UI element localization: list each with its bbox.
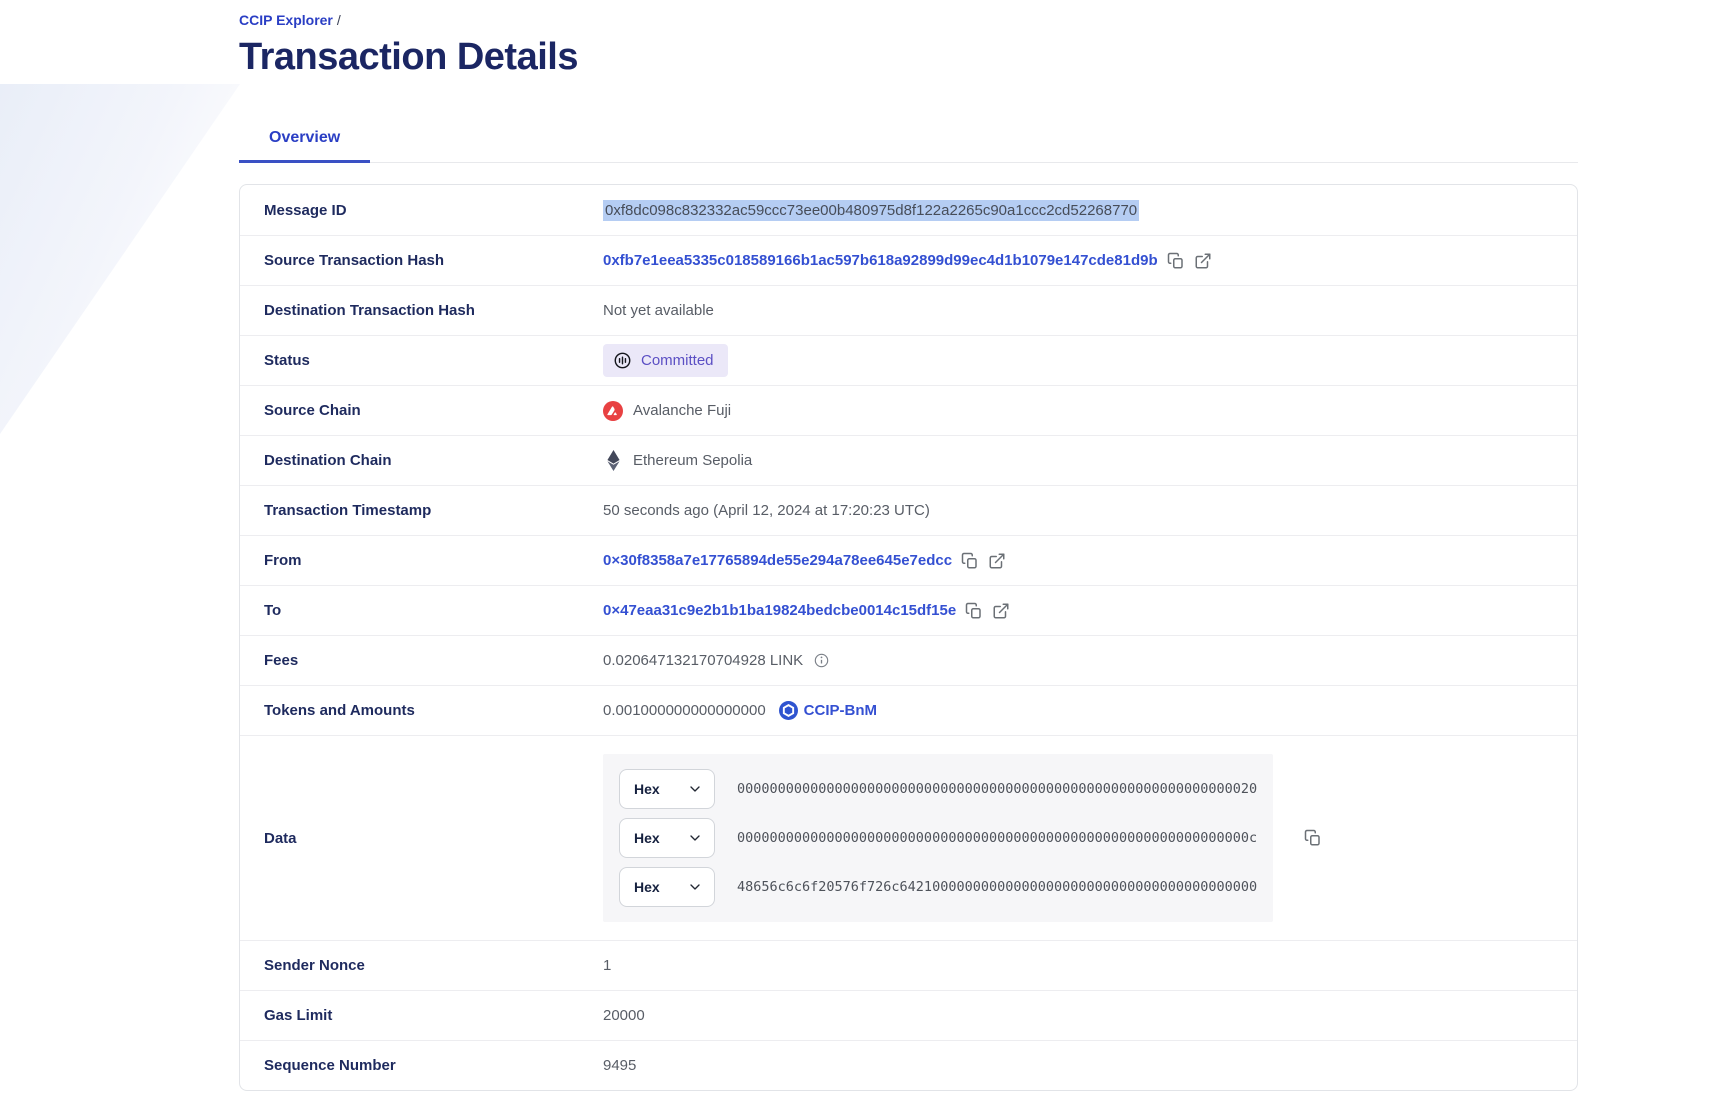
table-row-source-chain: Source Chain Avalanche Fuji	[240, 385, 1577, 435]
row-label: Fees	[264, 652, 603, 669]
message-id-value: 0xf8dc098c832332ac59ccc73ee00b480975d8f1…	[603, 200, 1139, 221]
row-label: Sequence Number	[264, 1057, 603, 1074]
row-label: Data	[264, 830, 603, 847]
table-row-fees: Fees 0.020647132170704928 LINK	[240, 635, 1577, 685]
table-row-from: From 0×30f8358a7e17765894de55e294a78ee64…	[240, 535, 1577, 585]
status-badge: Committed	[603, 344, 728, 377]
info-icon[interactable]	[814, 653, 829, 668]
encoding-select[interactable]: Hex	[619, 818, 715, 858]
copy-icon[interactable]	[965, 602, 983, 620]
chevron-down-icon	[687, 830, 703, 846]
row-label: Destination Chain	[264, 452, 603, 469]
external-link-icon[interactable]	[1194, 252, 1212, 270]
background-gradient-decoration	[0, 84, 240, 434]
page-title: Transaction Details	[239, 36, 1578, 79]
row-label: Source Transaction Hash	[264, 252, 603, 269]
fees-value: 0.020647132170704928 LINK	[603, 652, 803, 669]
ccip-token-icon	[779, 701, 798, 720]
table-row-dest-tx-hash: Destination Transaction Hash Not yet ava…	[240, 285, 1577, 335]
timestamp-value: 50 seconds ago (April 12, 2024 at 17:20:…	[603, 502, 930, 519]
token-name-link[interactable]: CCIP-BnM	[804, 702, 877, 719]
ethereum-logo-icon	[603, 450, 623, 471]
table-row-tokens: Tokens and Amounts 0.001000000000000000 …	[240, 685, 1577, 735]
copy-icon[interactable]	[1304, 829, 1322, 847]
encoding-select[interactable]: Hex	[619, 867, 715, 907]
main-content: CCIP Explorer/ Transaction Details Overv…	[239, 0, 1578, 1091]
external-link-icon[interactable]	[988, 552, 1006, 570]
encoding-select[interactable]: Hex	[619, 769, 715, 809]
hex-data-line: 48656c6c6f20576f726c64210000000000000000…	[737, 879, 1257, 895]
copy-icon[interactable]	[1167, 252, 1185, 270]
from-address-link[interactable]: 0×30f8358a7e17765894de55e294a78ee645e7ed…	[603, 552, 952, 569]
sender-nonce-value: 1	[603, 957, 611, 974]
source-tx-hash-link[interactable]: 0xfb7e1eea5335c018589166b1ac597b618a9289…	[603, 252, 1158, 269]
table-row-data: Data Hex 0000000000000000000000000000000…	[240, 735, 1577, 940]
hex-data-line: 0000000000000000000000000000000000000000…	[737, 781, 1257, 797]
row-label: Gas Limit	[264, 1007, 603, 1024]
data-line: Hex 48656c6c6f20576f726c6421000000000000…	[619, 867, 1257, 907]
row-label: Tokens and Amounts	[264, 702, 603, 719]
hex-data-line: 0000000000000000000000000000000000000000…	[737, 830, 1257, 846]
to-address-link[interactable]: 0×47eaa31c9e2b1b1ba19824bedcbe0014c15df1…	[603, 602, 956, 619]
row-label: To	[264, 602, 603, 619]
dest-chain-name: Ethereum Sepolia	[633, 452, 752, 469]
data-hex-panel: Hex 000000000000000000000000000000000000…	[603, 754, 1273, 922]
avalanche-logo-icon	[603, 401, 623, 421]
table-row-message-id: Message ID 0xf8dc098c832332ac59ccc73ee00…	[240, 185, 1577, 235]
encoding-select-value: Hex	[634, 830, 660, 846]
chevron-down-icon	[687, 879, 703, 895]
encoding-select-value: Hex	[634, 879, 660, 895]
table-row-sequence-number: Sequence Number 9495	[240, 1040, 1577, 1090]
sequence-number-value: 9495	[603, 1057, 636, 1074]
commit-status-icon	[613, 351, 632, 370]
tab-overview[interactable]: Overview	[239, 115, 370, 163]
encoding-select-value: Hex	[634, 781, 660, 797]
data-line: Hex 000000000000000000000000000000000000…	[619, 769, 1257, 809]
transaction-details-card: Message ID 0xf8dc098c832332ac59ccc73ee00…	[239, 184, 1578, 1091]
copy-icon[interactable]	[961, 552, 979, 570]
table-row-gas-limit: Gas Limit 20000	[240, 990, 1577, 1040]
breadcrumb: CCIP Explorer/	[239, 12, 1578, 28]
tab-bar: Overview	[239, 115, 1578, 163]
token-amount: 0.001000000000000000	[603, 702, 766, 719]
table-row-timestamp: Transaction Timestamp 50 seconds ago (Ap…	[240, 485, 1577, 535]
row-label: Sender Nonce	[264, 957, 603, 974]
row-label: From	[264, 552, 603, 569]
table-row-status: Status Committed	[240, 335, 1577, 385]
gas-limit-value: 20000	[603, 1007, 645, 1024]
external-link-icon[interactable]	[992, 602, 1010, 620]
breadcrumb-ccip-explorer-link[interactable]: CCIP Explorer	[239, 12, 333, 28]
table-row-sender-nonce: Sender Nonce 1	[240, 940, 1577, 990]
row-label: Message ID	[264, 202, 603, 219]
dest-tx-hash-value: Not yet available	[603, 302, 714, 319]
table-row-source-tx-hash: Source Transaction Hash 0xfb7e1eea5335c0…	[240, 235, 1577, 285]
breadcrumb-separator: /	[337, 12, 341, 28]
source-chain-name: Avalanche Fuji	[633, 402, 731, 419]
row-label: Source Chain	[264, 402, 603, 419]
table-row-to: To 0×47eaa31c9e2b1b1ba19824bedcbe0014c15…	[240, 585, 1577, 635]
chevron-down-icon	[687, 781, 703, 797]
status-badge-label: Committed	[641, 352, 714, 369]
data-line: Hex 000000000000000000000000000000000000…	[619, 818, 1257, 858]
table-row-dest-chain: Destination Chain Ethereum Sepolia	[240, 435, 1577, 485]
row-label: Destination Transaction Hash	[264, 302, 603, 319]
row-label: Transaction Timestamp	[264, 502, 603, 519]
row-label: Status	[264, 352, 603, 369]
